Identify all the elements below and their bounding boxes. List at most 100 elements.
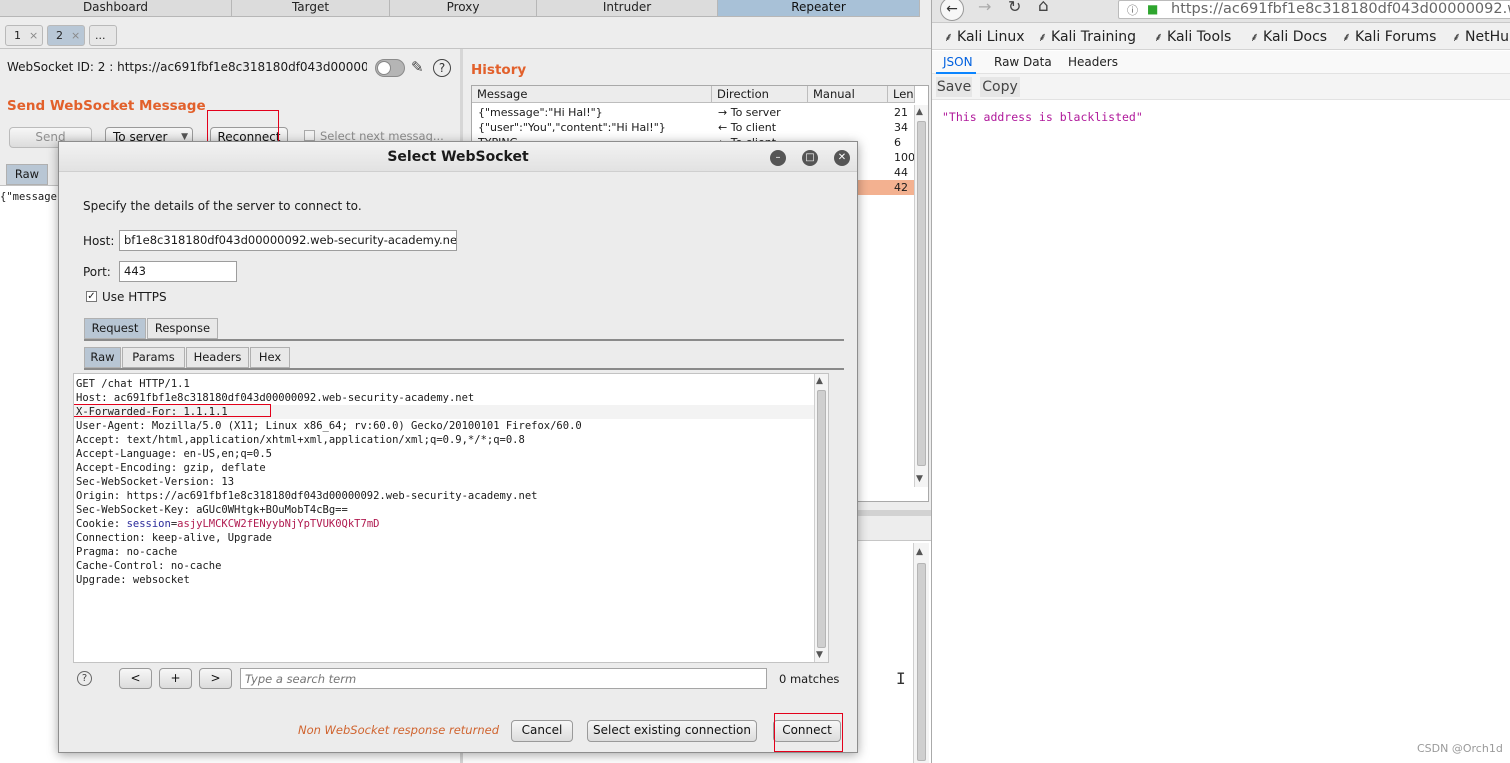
bookmark-kali-linux[interactable]: ⸙ Kali Linux [944, 28, 1024, 45]
scroll-down-icon[interactable]: ▼ [916, 474, 923, 484]
raw-request-editor[interactable]: GET /chat HTTP/1.1 Host: ac691fbf1e8c318… [73, 373, 829, 663]
tab-dashboard[interactable]: Dashboard [0, 0, 232, 17]
request-line: User-Agent: Mozilla/5.0 (X11; Linux x86_… [76, 420, 582, 432]
divider [0, 48, 931, 49]
tab-json[interactable]: JSON [943, 55, 973, 69]
json-string-value: "This address is blacklisted" [942, 110, 1143, 124]
cookie-prefix: Cookie: [76, 518, 127, 530]
previous-button[interactable]: < [119, 668, 152, 689]
info-icon[interactable]: ⓘ [1127, 2, 1138, 18]
request-line: Cache-Control: no-cache [76, 560, 222, 572]
repeater-tab-2[interactable]: 2 × [47, 25, 85, 46]
column-header-direction[interactable]: Direction [712, 86, 808, 103]
tab-headers[interactable]: Headers [1068, 55, 1118, 69]
direction-cell: ← To client [718, 121, 777, 134]
add-button[interactable]: + [159, 668, 192, 689]
cancel-button[interactable]: Cancel [511, 720, 573, 742]
home-icon[interactable]: ⌂ [1038, 0, 1049, 16]
scroll-thumb[interactable] [817, 390, 826, 648]
request-line: Origin: https://ac691fbf1e8c318180df043d… [76, 490, 538, 502]
select-existing-button[interactable]: Select existing connection [587, 720, 757, 742]
tab-params[interactable]: Params [122, 347, 185, 368]
websocket-id: WebSocket ID: 2 : https://ac691fbf1e8c31… [7, 60, 367, 74]
kali-dragon-icon: ⸙ [1452, 30, 1462, 44]
length-cell: 34 [894, 121, 908, 134]
tab-target[interactable]: Target [232, 0, 390, 17]
cookie-name: session [126, 518, 171, 530]
use-https-checkbox[interactable]: ✓ [86, 291, 97, 302]
column-header-manual[interactable]: Manual [808, 86, 888, 103]
scroll-thumb[interactable] [917, 563, 926, 761]
scroll-up-icon[interactable]: ▲ [916, 107, 923, 117]
length-cell: 6 [894, 136, 901, 149]
url-text: https://ac691fbf1e8c318180df043d00000092… [1171, 1, 1510, 17]
tab-proxy[interactable]: Proxy [390, 0, 537, 17]
host-field[interactable]: bf1e8c318180df043d00000092.web-security-… [119, 230, 457, 251]
request-line: Accept-Encoding: gzip, deflate [76, 462, 266, 474]
next-button[interactable]: > [199, 668, 232, 689]
select-next-checkbox[interactable] [304, 130, 315, 141]
repeater-tab-1[interactable]: 1 × [5, 25, 43, 46]
repeater-tab-label: 1 [14, 29, 21, 42]
scroll-thumb[interactable] [917, 121, 926, 466]
length-cell: 100 [894, 151, 915, 164]
help-icon[interactable]: ? [77, 671, 92, 686]
tab-underline [84, 368, 844, 370]
use-https-label: Use HTTPS [102, 290, 167, 304]
maximize-icon[interactable]: □ [802, 150, 818, 166]
tab-headers[interactable]: Headers [186, 347, 249, 368]
scroll-up-icon[interactable]: ▲ [916, 547, 923, 557]
help-icon[interactable]: ? [433, 59, 451, 77]
tab-intruder[interactable]: Intruder [537, 0, 718, 17]
url-bar[interactable]: ⓘ ■ https://ac691fbf1e8c318180df043d0000… [1118, 0, 1510, 19]
length-cell: 21 [894, 106, 908, 119]
minimize-icon[interactable]: – [770, 150, 786, 166]
editor-text: {"message [0, 191, 57, 203]
scroll-down-icon[interactable]: ▼ [816, 650, 823, 660]
tab-hex[interactable]: Hex [250, 347, 290, 368]
table-row[interactable]: {"message":"Hi Hal!"} → To server 21 [472, 105, 914, 120]
tab-request[interactable]: Request [84, 318, 146, 339]
tab-raw[interactable]: Raw [84, 347, 121, 368]
bookmark-kali-tools[interactable]: ⸙ Kali Tools [1154, 28, 1231, 45]
bookmark-kali-forums[interactable]: ⸙ Kali Forums [1342, 28, 1436, 45]
raw-scrollbar[interactable]: ▲ ▼ [814, 374, 828, 662]
bookmark-kali-training[interactable]: ⸙ Kali Training [1038, 28, 1136, 45]
column-header-message[interactable]: Message [472, 86, 712, 103]
forward-icon[interactable]: → [978, 0, 991, 16]
close-icon[interactable]: ✕ [834, 150, 850, 166]
toggle-switch[interactable] [375, 59, 405, 77]
cookie-value: asjyLMCKCW2fENyybNjYpTVUK0QkT7mD [177, 518, 380, 530]
tab-response[interactable]: Response [147, 318, 218, 339]
back-icon[interactable]: ← [940, 0, 964, 21]
bookmark-nethunter[interactable]: ⸙ NetHu [1452, 28, 1509, 45]
column-header-length[interactable]: Len [888, 86, 915, 103]
bookmark-kali-docs[interactable]: ⸙ Kali Docs [1250, 28, 1327, 45]
bookmark-label: Kali Training [1051, 29, 1136, 45]
port-field[interactable]: 443 [119, 261, 237, 282]
send-message-heading: Send WebSocket Message [7, 98, 206, 114]
tab-underline [84, 339, 844, 341]
editor-tab-raw[interactable]: Raw [6, 164, 48, 185]
close-icon[interactable]: × [71, 29, 80, 42]
length-cell: 44 [894, 166, 908, 179]
tab-repeater[interactable]: Repeater [718, 0, 920, 17]
copy-button[interactable]: Copy [980, 77, 1020, 97]
repeater-tab-more[interactable]: ... [89, 25, 117, 46]
request-line: Connection: keep-alive, Upgrade [76, 532, 272, 544]
history-scrollbar[interactable]: ▲ ▼ [914, 105, 928, 487]
reload-icon[interactable]: ↻ [1008, 0, 1021, 16]
detail-scrollbar[interactable]: ▲ [913, 543, 929, 763]
pencil-icon[interactable]: ✎ [411, 58, 424, 76]
close-icon[interactable]: × [29, 29, 38, 42]
search-input[interactable] [240, 668, 767, 689]
highlight-box [74, 404, 271, 417]
kali-dragon-icon: ⸙ [1038, 30, 1048, 44]
tab-raw-data[interactable]: Raw Data [994, 55, 1052, 69]
scroll-up-icon[interactable]: ▲ [816, 376, 823, 386]
save-button[interactable]: Save [936, 77, 972, 97]
navigation-bar: ← → ↻ ⌂ ⓘ ■ https://ac691fbf1e8c318180df… [932, 0, 1510, 23]
kali-dragon-icon: ⸙ [1154, 30, 1164, 44]
table-row[interactable]: {"user":"You","content":"Hi Hal!"} ← To … [472, 120, 914, 135]
dialog-intro: Specify the details of the server to con… [83, 199, 362, 213]
